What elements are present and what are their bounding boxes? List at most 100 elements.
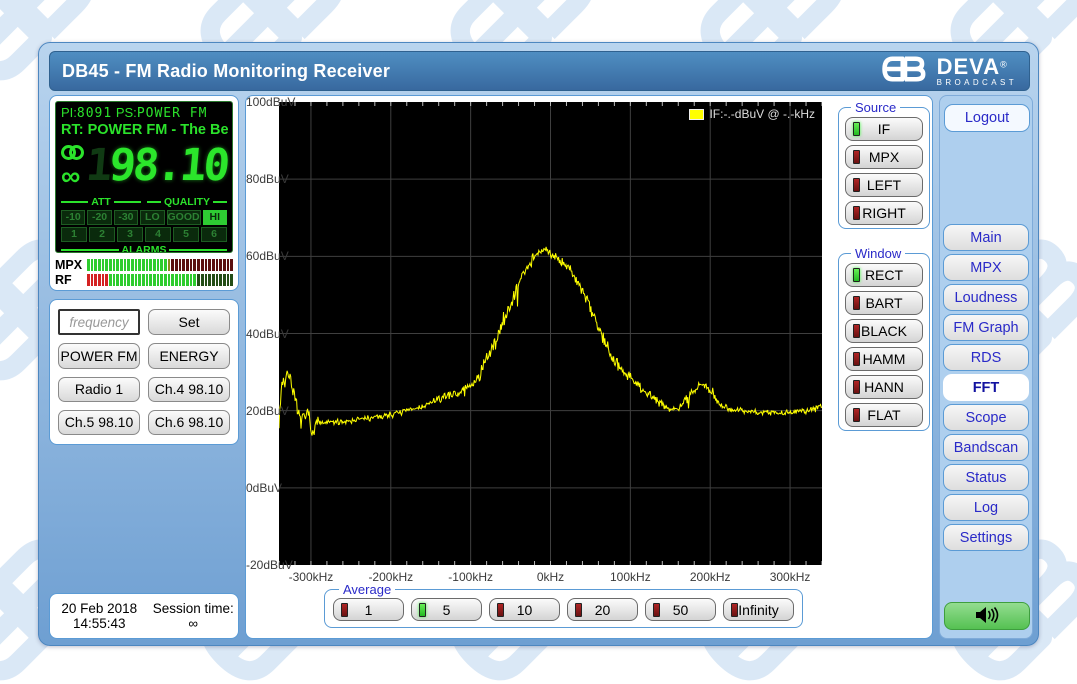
meter-segment <box>175 274 178 286</box>
preset-button-ch-6-98-10[interactable]: Ch.6 98.10 <box>148 410 230 435</box>
led-indicator <box>853 150 860 164</box>
meter-segment <box>223 274 226 286</box>
y-axis-label: 0dBuV <box>246 481 276 495</box>
x-axis-label: -200kHz <box>368 570 413 584</box>
average-button-label: 20 <box>595 602 611 618</box>
pi-ps-line: PI:8091 PS:POWER FM <box>61 105 227 121</box>
meter-segment <box>105 259 108 271</box>
meter-segment <box>212 274 215 286</box>
speaker-icon <box>975 606 999 627</box>
preset-button-energy[interactable]: ENERGY <box>148 343 230 368</box>
nav-sidebar: Logout Main MPX Loudness FM Graph RDS FFT Scop… <box>939 95 1033 639</box>
nav-button-main[interactable]: Main <box>943 224 1029 251</box>
nav-button-bandscan[interactable]: Bandscan <box>943 434 1029 461</box>
average-button-label: Infinity <box>738 602 778 618</box>
page-title: DB45 - FM Radio Monitoring Receiver <box>62 61 390 82</box>
window-button-hann[interactable]: HANN <box>845 375 923 399</box>
meter-segment <box>116 259 119 271</box>
average-button-5[interactable]: 5 <box>411 598 482 621</box>
nav-button-mpx[interactable]: MPX <box>943 254 1029 281</box>
preset-button-power-fm[interactable]: POWER FM <box>58 343 140 368</box>
brand-name: DEVA <box>937 54 1001 79</box>
led-indicator <box>497 603 504 617</box>
meter-segment <box>138 274 141 286</box>
led-indicator <box>853 380 860 394</box>
source-button-mpx[interactable]: MPX <box>845 145 923 169</box>
average-panel-label: Average <box>339 582 395 597</box>
preset-button-radio-1[interactable]: Radio 1 <box>58 377 140 402</box>
meter-segment <box>116 274 119 286</box>
y-axis-label: 80dBuV <box>246 172 276 186</box>
meter-segment <box>146 274 149 286</box>
led-indicator <box>853 352 860 366</box>
source-button-right[interactable]: RIGHT <box>845 201 923 225</box>
preset-button-ch-4-98-10[interactable]: Ch.4 98.10 <box>148 377 230 402</box>
meter-segment <box>94 259 97 271</box>
average-button-20[interactable]: 20 <box>567 598 638 621</box>
window-button-label: HANN <box>864 379 904 395</box>
presets-panel: Set POWER FM ENERGY Radio 1 Ch.4 98.10 Ch.5 … <box>49 299 239 445</box>
meter-segment <box>109 274 112 286</box>
rt-line: RT: POWER FM - The Be <box>61 122 227 138</box>
left-column: PI:8091 PS:POWER FM RT: POWER FM - The B… <box>49 95 239 639</box>
frequency-value: 98.10 <box>107 140 229 191</box>
nav-button-fm-graph[interactable]: FM Graph <box>943 314 1029 341</box>
mpx-meter-bar <box>87 259 233 271</box>
source-panel-label: Source <box>851 100 900 115</box>
meter-segment <box>164 274 167 286</box>
preset-button-ch-5-98-10[interactable]: Ch.5 98.10 <box>58 410 140 435</box>
nav-button-fft[interactable]: FFT <box>943 374 1029 401</box>
nav-button-status[interactable]: Status <box>943 464 1029 491</box>
app-window: DB45 - FM Radio Monitoring Receiver DEVA… <box>38 42 1039 646</box>
led-indicator <box>853 206 860 220</box>
window-button-hamm[interactable]: HAMM <box>845 347 923 371</box>
legend-text: IF:-.-dBuV @ -.-kHz <box>709 107 815 121</box>
alarms-section-header: ALARMS <box>61 244 227 253</box>
source-button-if[interactable]: IF <box>845 117 923 141</box>
led-indicator <box>853 408 860 422</box>
meter-segment <box>153 259 156 271</box>
source-button-left[interactable]: LEFT <box>845 173 923 197</box>
meter-segment <box>197 259 200 271</box>
window-button-black[interactable]: BLACK <box>845 319 923 343</box>
meter-segment <box>175 259 178 271</box>
frequency-input[interactable] <box>58 309 140 335</box>
meter-segment <box>179 259 182 271</box>
meter-segment <box>142 259 145 271</box>
led-indicator <box>853 178 860 192</box>
window-button-rect[interactable]: RECT <box>845 263 923 287</box>
logout-button[interactable]: Logout <box>944 104 1030 132</box>
average-button-10[interactable]: 10 <box>489 598 560 621</box>
average-button-50[interactable]: 50 <box>645 598 716 621</box>
att-cell: -20 <box>87 210 111 225</box>
fft-spectrum-svg <box>279 102 822 565</box>
meter-segment <box>138 259 141 271</box>
nav-button-log[interactable]: Log <box>943 494 1029 521</box>
average-button-1[interactable]: 1 <box>333 598 404 621</box>
nav-button-rds[interactable]: RDS <box>943 344 1029 371</box>
speaker-button[interactable] <box>944 602 1030 630</box>
meter-segment <box>105 274 108 286</box>
nav-button-scope[interactable]: Scope <box>943 404 1029 431</box>
alarm-cell: 6 <box>201 227 227 242</box>
source-button-label: LEFT <box>867 177 901 193</box>
meter-segment <box>216 259 219 271</box>
lcd-screen: PI:8091 PS:POWER FM RT: POWER FM - The B… <box>55 101 233 253</box>
meter-segment <box>197 274 200 286</box>
meter-segment <box>168 274 171 286</box>
meter-segment <box>216 274 219 286</box>
set-button[interactable]: Set <box>148 309 230 335</box>
window-button-flat[interactable]: FLAT <box>845 403 923 427</box>
meter-segment <box>186 259 189 271</box>
nav-button-loudness[interactable]: Loudness <box>943 284 1029 311</box>
alarm-cell: 2 <box>89 227 115 242</box>
average-button-infinity[interactable]: Infinity <box>723 598 794 621</box>
meter-segment <box>87 274 90 286</box>
db-logo-icon <box>880 55 930 88</box>
led-indicator <box>341 603 348 617</box>
session-value: ∞ <box>148 616 238 631</box>
meter-segment <box>205 259 208 271</box>
x-axis-label: 0kHz <box>537 570 564 584</box>
nav-button-settings[interactable]: Settings <box>943 524 1029 551</box>
window-button-bart[interactable]: BART <box>845 291 923 315</box>
